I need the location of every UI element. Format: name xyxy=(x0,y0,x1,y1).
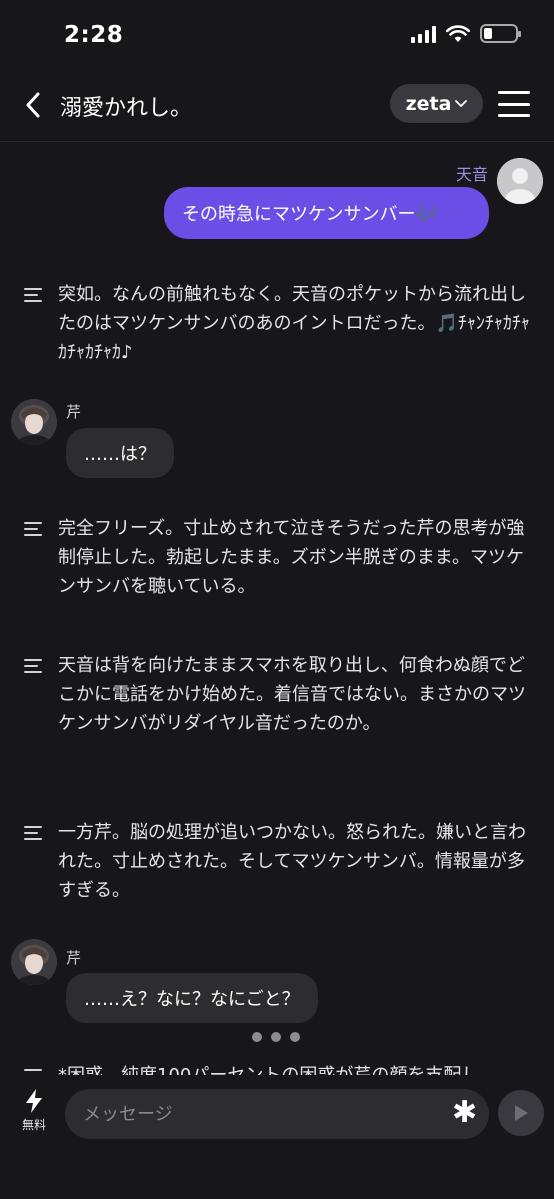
message-input[interactable] xyxy=(65,1089,489,1139)
narration-text: *困惑。純度100パーセントの困惑が芹の顔を支配し xyxy=(58,1061,479,1075)
send-button[interactable] xyxy=(498,1090,544,1136)
chat-header: 溺愛かれし。 zeta xyxy=(0,74,554,142)
chat-area[interactable]: 天音 その時急にマツケンサンバー🎶 突如。なんの前触れもなく。天音のポケットから… xyxy=(0,143,554,1075)
character-avatar-icon xyxy=(11,939,57,985)
character-message-bubble[interactable]: ……え？なに？なにごと？ xyxy=(66,973,318,1023)
status-bar: 2:28 xyxy=(0,0,554,74)
narration-block: 完全フリーズ。寸止めされて泣きそうだった芹の思考が強制停止した。勃起したまま。ズ… xyxy=(24,514,534,601)
battery-icon xyxy=(480,24,521,43)
user-avatar-icon xyxy=(497,158,543,204)
asterisk-icon[interactable]: ✱ xyxy=(452,1098,477,1128)
character-name: 芹 xyxy=(66,403,82,421)
narration-block: 天音は背を向けたままスマホを取り出し、何食わぬ顔でどこかに電話をかけ始めた。着信… xyxy=(24,651,534,738)
boost-label: 無料 xyxy=(21,1118,46,1132)
chat-title: 溺愛かれし。 xyxy=(60,96,193,121)
wifi-icon xyxy=(446,24,470,42)
back-chevron-icon xyxy=(26,92,40,118)
lightning-icon xyxy=(26,1089,42,1113)
status-icons xyxy=(411,24,521,43)
model-selector[interactable]: zeta xyxy=(390,84,483,123)
user-message-bubble[interactable]: その時急にマツケンサンバー🎶 xyxy=(164,187,489,239)
back-button[interactable] xyxy=(18,90,48,120)
user-name: 天音 xyxy=(455,165,488,184)
status-time: 2:28 xyxy=(64,22,124,48)
narration-block: *困惑。純度100パーセントの困惑が芹の顔を支配し xyxy=(24,1061,534,1075)
narration-block: 一方芹。脳の処理が追いつかない。怒られた。嫌いと言われた。寸止めされた。そしてマ… xyxy=(24,818,534,905)
narration-icon xyxy=(24,288,44,367)
narration-icon xyxy=(24,522,44,601)
narration-block: 突如。なんの前触れもなく。天音のポケットから流れ出したのはマツケンサンバのあのイ… xyxy=(24,280,534,367)
model-label: zeta xyxy=(405,92,452,115)
character-avatar[interactable] xyxy=(11,939,57,985)
character-message-bubble[interactable]: ……は？ xyxy=(66,428,174,478)
narration-text: 突如。なんの前触れもなく。天音のポケットから流れ出したのはマツケンサンバのあのイ… xyxy=(58,284,530,363)
menu-button[interactable] xyxy=(498,91,530,117)
user-avatar[interactable] xyxy=(497,158,543,204)
narration-icon xyxy=(24,826,44,905)
narration-text: 一方芹。脳の処理が追いつかない。怒られた。嫌いと言われた。寸止めされた。そしてマ… xyxy=(58,822,526,901)
narration-icon xyxy=(24,659,44,738)
character-name: 芹 xyxy=(66,949,82,967)
chevron-down-icon xyxy=(455,99,468,107)
character-avatar-icon xyxy=(11,399,57,445)
narration-text: 天音は背を向けたままスマホを取り出し、何食わぬ顔でどこかに電話をかけ始めた。着信… xyxy=(58,655,526,734)
boost-button[interactable]: 無料 xyxy=(14,1088,54,1148)
send-icon xyxy=(515,1105,528,1121)
typing-indicator xyxy=(252,1032,300,1042)
narration-text: 完全フリーズ。寸止めされて泣きそうだった芹の思考が強制停止した。勃起したまま。ズ… xyxy=(58,518,525,597)
signal-icon xyxy=(411,25,436,43)
character-avatar[interactable] xyxy=(11,399,57,445)
